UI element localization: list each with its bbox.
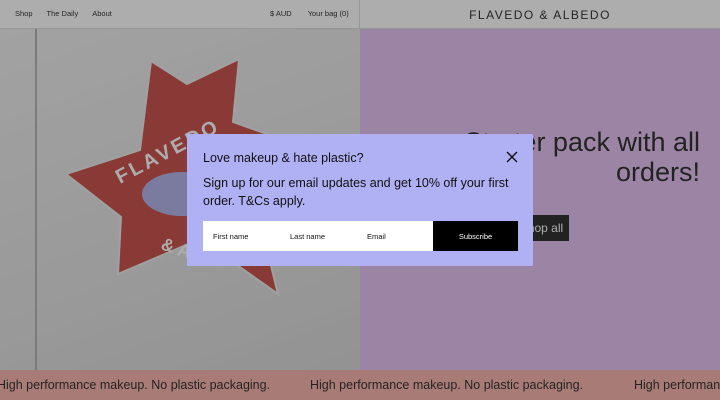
newsletter-modal: Love makeup & hate plastic? Sign up for … [187, 134, 533, 266]
modal-description: Sign up for our email updates and get 10… [203, 176, 509, 208]
last-name-field[interactable] [280, 221, 357, 251]
email-field[interactable] [357, 221, 434, 251]
first-name-field[interactable] [203, 221, 280, 251]
subscribe-button[interactable]: Subscribe [433, 221, 518, 251]
modal-title: Love makeup & hate plastic? [203, 151, 364, 165]
close-icon[interactable] [505, 150, 519, 164]
